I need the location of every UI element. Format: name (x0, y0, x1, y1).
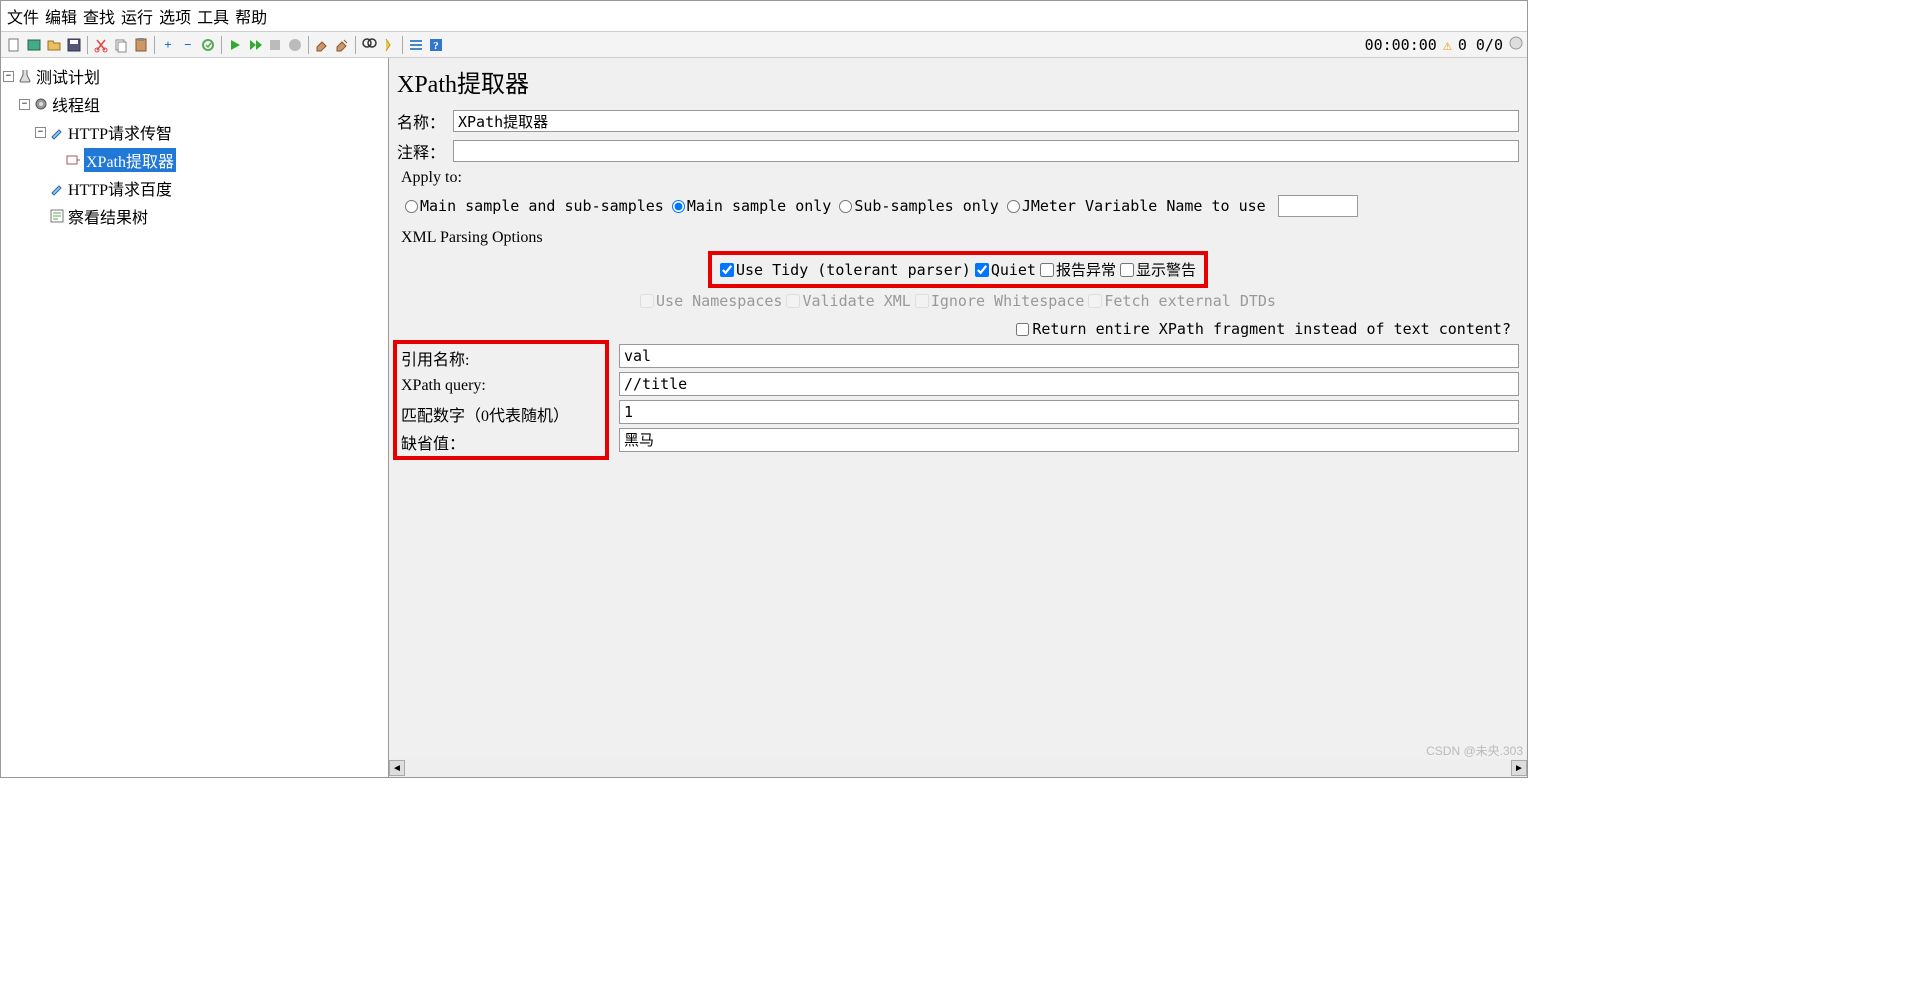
pipette-icon (49, 124, 65, 140)
tree-label: XPath提取器 (84, 148, 176, 172)
tree-label: 察看结果树 (68, 204, 148, 228)
tree-label: HTTP请求传智 (68, 120, 172, 144)
reset-search-icon[interactable] (380, 36, 398, 54)
stop-icon[interactable] (266, 36, 284, 54)
cut-icon[interactable] (92, 36, 110, 54)
horizontal-scrollbar[interactable]: ◄ ► (389, 759, 1527, 777)
watermark: CSDN @未央.303 (1426, 742, 1523, 759)
toolbar: + − ? 00:00:00 ⚠ 0 0/0 (1, 32, 1527, 58)
checkbox-validate-xml: Validate XML (786, 292, 910, 310)
shutdown-icon[interactable] (286, 36, 304, 54)
menu-help[interactable]: 帮助 (233, 3, 269, 29)
tree-collapse-icon[interactable]: − (35, 127, 46, 138)
tree-http-request-1[interactable]: − HTTP请求传智 (3, 118, 386, 146)
apply-to-group: Main sample and sub-samples Main sample … (397, 191, 1519, 225)
menu-file[interactable]: 文件 (5, 3, 41, 29)
xml-parsing-label: XML Parsing Options (401, 229, 1519, 247)
xpath-query-input[interactable] (619, 372, 1519, 396)
help-icon[interactable]: ? (427, 36, 445, 54)
default-value-input[interactable] (619, 428, 1519, 452)
svg-text:?: ? (433, 40, 439, 52)
new-icon[interactable] (5, 36, 23, 54)
menu-edit[interactable]: 编辑 (43, 3, 79, 29)
tree-view-results[interactable]: 察看结果树 (3, 202, 386, 230)
jmeter-variable-input[interactable] (1278, 195, 1358, 217)
tree-xpath-extractor[interactable]: XPath提取器 (3, 146, 386, 174)
xpath-query-label: XPath query: (397, 372, 605, 400)
templates-icon[interactable] (25, 36, 43, 54)
apply-to-label: Apply to: (401, 169, 1519, 187)
radio-jmeter-variable[interactable]: JMeter Variable Name to use (1007, 197, 1266, 215)
gear-icon (33, 96, 49, 112)
clear-icon[interactable] (313, 36, 331, 54)
comment-label: 注释： (397, 139, 453, 163)
tree-label: 测试计划 (36, 64, 100, 88)
start-icon[interactable] (226, 36, 244, 54)
checkbox-show-warnings[interactable]: 显示警告 (1120, 259, 1196, 280)
highlight-xml-options: Use Tidy (tolerant parser) Quiet 报告异常 显示… (708, 251, 1208, 288)
tree-http-request-2[interactable]: HTTP请求百度 (3, 174, 386, 202)
comment-input[interactable] (453, 140, 1519, 162)
warning-icon[interactable]: ⚠ (1443, 36, 1452, 54)
open-icon[interactable] (45, 36, 63, 54)
radio-sub-only[interactable]: Sub-samples only (839, 197, 999, 215)
paste-icon[interactable] (132, 36, 150, 54)
default-value-label: 缺省值： (397, 428, 605, 456)
tree-test-plan[interactable]: − 测试计划 (3, 62, 386, 90)
scroll-right-icon[interactable]: ► (1511, 760, 1527, 776)
main-panel: XPath提取器 名称： 注释： Apply to: Main sample a… (389, 58, 1527, 777)
menu-search[interactable]: 查找 (81, 3, 117, 29)
scroll-left-icon[interactable]: ◄ (389, 760, 405, 776)
checkbox-return-fragment[interactable]: Return entire XPath fragment instead of … (1016, 320, 1511, 338)
tree-collapse-icon[interactable]: − (19, 99, 30, 110)
panel-title: XPath提取器 (389, 58, 1527, 109)
function-helper-icon[interactable] (407, 36, 425, 54)
name-label: 名称： (397, 109, 453, 133)
menu-options[interactable]: 选项 (157, 3, 193, 29)
tree-collapse-icon[interactable]: − (3, 71, 14, 82)
beaker-icon (17, 68, 33, 84)
toggle-icon[interactable] (199, 36, 217, 54)
extractor-icon (65, 152, 81, 168)
checkbox-ignore-whitespace: Ignore Whitespace (915, 292, 1085, 310)
radio-main-and-sub[interactable]: Main sample and sub-samples (405, 197, 664, 215)
search-icon[interactable] (360, 36, 378, 54)
status-indicator-icon (1509, 36, 1523, 54)
radio-main-only[interactable]: Main sample only (672, 197, 832, 215)
reference-name-label: 引用名称: (397, 344, 605, 372)
checkbox-use-tidy[interactable]: Use Tidy (tolerant parser) (720, 261, 971, 279)
clear-all-icon[interactable] (333, 36, 351, 54)
thread-counts: 0 0/0 (1458, 36, 1503, 54)
checkbox-report-errors[interactable]: 报告异常 (1040, 259, 1116, 280)
match-no-input[interactable] (619, 400, 1519, 424)
reference-name-input[interactable] (619, 344, 1519, 368)
elapsed-time: 00:00:00 (1365, 36, 1437, 54)
save-icon[interactable] (65, 36, 83, 54)
tree-label: HTTP请求百度 (68, 176, 172, 200)
tree-thread-group[interactable]: − 线程组 (3, 90, 386, 118)
menubar: 文件 编辑 查找 运行 选项 工具 帮助 (1, 1, 1527, 32)
match-no-label: 匹配数字（0代表随机） (397, 400, 605, 428)
tree-label: 线程组 (52, 92, 100, 116)
pipette-icon (49, 180, 65, 196)
collapse-icon[interactable]: − (179, 36, 197, 54)
checkbox-quiet[interactable]: Quiet (975, 261, 1036, 279)
checkbox-fetch-dtds: Fetch external DTDs (1088, 292, 1276, 310)
results-tree-icon (49, 208, 65, 224)
checkbox-use-namespaces: Use Namespaces (640, 292, 782, 310)
name-input[interactable] (453, 110, 1519, 132)
menu-tools[interactable]: 工具 (195, 3, 231, 29)
menu-run[interactable]: 运行 (119, 3, 155, 29)
xml-options-row-2: Use Namespaces Validate XML Ignore White… (397, 288, 1519, 314)
expand-icon[interactable]: + (159, 36, 177, 54)
test-plan-tree[interactable]: − 测试计划 − 线程组 − HTTP请求传智 XPath提取器 (1, 58, 389, 777)
start-no-timers-icon[interactable] (246, 36, 264, 54)
copy-icon[interactable] (112, 36, 130, 54)
